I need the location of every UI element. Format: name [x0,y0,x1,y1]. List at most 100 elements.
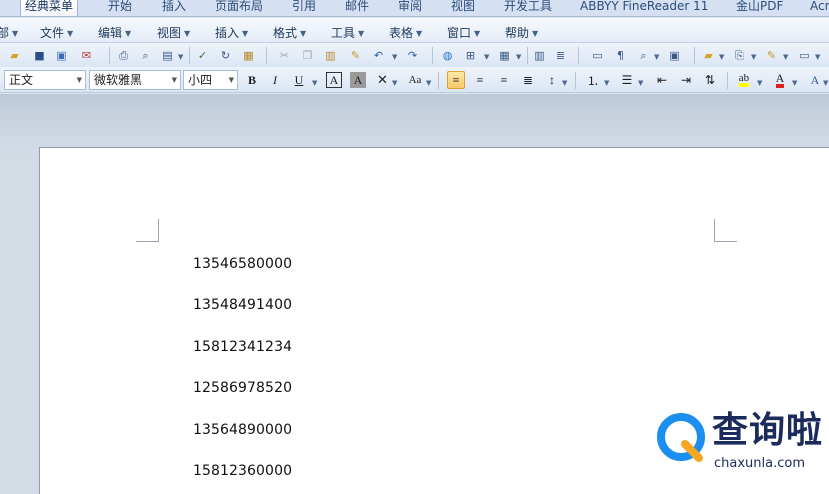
menu-format[interactable]: 格式 ▼ [273,24,306,41]
chevron-down-icon[interactable]: ▼ [562,79,567,87]
char-border-button[interactable]: A [326,72,342,88]
columns-icon[interactable]: ▥ [531,47,548,64]
align-left-button[interactable]: ≡ [447,71,465,89]
menu-window[interactable]: 窗口 ▼ [447,24,480,41]
chevron-down-icon[interactable]: ▼ [654,53,659,61]
window-icon[interactable]: ▭ [796,47,813,64]
numbering-button[interactable]: ⒈ [584,71,602,89]
font-color-button[interactable]: A [771,71,789,89]
line-spacing-button[interactable]: ↕ [543,71,561,89]
full-screen-icon[interactable]: ▣ [666,47,683,64]
chevron-down-icon[interactable]: ▼ [719,53,724,61]
paste-icon[interactable]: ▥ [322,47,339,64]
tab-review[interactable]: 审阅 [394,0,426,16]
menu-bar: 部 ▼ 文件 ▼ 编辑 ▼ 视图 ▼ 插入 ▼ 格式 ▼ 工具 ▼ 表格 ▼ 窗口 ▼ 帮助 ▼ [0,18,829,43]
menu-view[interactable]: 视图 ▼ [157,24,190,41]
format-painter-icon[interactable]: ✎ [347,47,364,64]
chevron-down-icon[interactable]: ▼ [426,79,431,87]
chevron-down-icon[interactable]: ▼ [516,53,521,61]
permission-icon[interactable]: ▣ [53,47,70,64]
menu-file[interactable]: 文件 ▼ [40,24,73,41]
redo-icon[interactable]: ↷ [404,47,421,64]
font-select[interactable]: 微软雅黑 ▼ [89,70,181,90]
document-line[interactable]: 15812360000 [193,463,292,479]
document-line[interactable]: 13548491400 [193,297,292,313]
char-scale-icon[interactable]: ✕ [374,72,391,89]
document-map-icon[interactable]: ▭ [589,47,606,64]
save-icon[interactable]: ■ [31,47,48,64]
tab-references[interactable]: 引用 [288,0,320,16]
zoom-icon[interactable]: ⌕ [635,47,652,64]
increase-indent-button[interactable]: ⇥ [677,71,695,89]
text-direction-icon[interactable]: ≣ [552,47,569,64]
justify-button[interactable]: ≣ [519,71,537,89]
menu-tools[interactable]: 工具 ▼ [331,24,364,41]
menu-insert[interactable]: 插入 ▼ [215,24,248,41]
menu-edit[interactable]: 编辑 ▼ [98,24,131,41]
sort-button[interactable]: ⇅ [701,71,719,89]
chevron-down-icon[interactable]: ▼ [783,53,788,61]
document-page[interactable] [39,147,829,494]
tab-insert[interactable]: 插入 [158,0,190,16]
chevron-down-icon[interactable]: ▼ [638,79,643,87]
highlight-button[interactable]: ab [735,71,753,89]
tab-mailings[interactable]: 邮件 [341,0,373,16]
text-effects-button[interactable]: A [806,71,824,89]
tab-classic-menu[interactable]: 经典菜单 [20,0,79,16]
chevron-down-icon[interactable]: ▼ [792,79,797,87]
show-formatting-icon[interactable]: ¶ [612,47,629,64]
edit-icon[interactable]: ✎ [763,47,780,64]
chevron-down-icon[interactable]: ▼ [312,79,317,87]
copy-icon[interactable]: ❐ [299,47,316,64]
tab-view[interactable]: 视图 [447,0,479,16]
font-size-select[interactable]: 小四 ▼ [183,70,238,90]
tab-developer[interactable]: 开发工具 [500,0,556,16]
bold-button[interactable]: B [243,71,261,89]
document-line[interactable]: 15812341234 [193,339,292,355]
change-case-button[interactable]: Aa [404,71,426,89]
bullets-button[interactable]: ☰ [618,71,636,89]
document-line[interactable]: 12586978520 [193,380,292,396]
char-shading-button[interactable]: A [350,72,366,88]
style-select[interactable]: 正文 ▼ [4,70,86,90]
align-right-button[interactable]: ≡ [495,71,513,89]
chevron-down-icon[interactable]: ▼ [392,53,397,61]
document-line[interactable]: 13564890000 [193,422,292,438]
tab-acrobat[interactable]: Acr [806,0,829,16]
align-center-button[interactable]: ≡ [471,71,489,89]
chevron-down-icon[interactable]: ▼ [757,79,762,87]
chevron-down-icon[interactable]: ▼ [178,53,183,61]
open-folder-icon[interactable]: ▰ [6,47,23,64]
borders-icon[interactable]: ⊞ [462,47,479,64]
menu-help[interactable]: 帮助 ▼ [505,24,538,41]
chevron-down-icon[interactable]: ▼ [823,79,828,87]
print-preview-icon[interactable]: ⌕ [137,47,154,64]
chevron-down-icon[interactable]: ▼ [815,53,820,61]
italic-button[interactable]: I [266,71,284,89]
tab-home[interactable]: 开始 [104,0,136,16]
chevron-down-icon[interactable]: ▼ [392,79,397,87]
tab-abbyy[interactable]: ABBYY FineReader 11 [576,0,712,16]
chevron-down-icon[interactable]: ▼ [604,79,609,87]
underline-button[interactable]: U [290,71,308,89]
tab-page-layout[interactable]: 页面布局 [211,0,267,16]
email-icon[interactable]: ✉ [78,47,95,64]
document-line[interactable]: 13546580000 [193,256,292,272]
convert-icon[interactable]: ⎘ [731,47,748,64]
chevron-down-icon[interactable]: ▼ [751,53,756,61]
menu-table[interactable]: 表格 ▼ [389,24,422,41]
research-icon[interactable]: ▤ [159,47,176,64]
decrease-indent-button[interactable]: ⇤ [653,71,671,89]
undo-icon[interactable]: ↶ [370,47,387,64]
spelling-icon[interactable]: ✓ [194,47,211,64]
menu-all[interactable]: 部 ▼ [0,24,18,41]
hyperlink-icon[interactable]: ◍ [439,47,456,64]
cut-icon[interactable]: ✂ [276,47,293,64]
library-icon[interactable]: ▦ [240,47,257,64]
insert-table-icon[interactable]: ▦ [496,47,513,64]
translate-icon[interactable]: ↻ [217,47,234,64]
chevron-down-icon[interactable]: ▼ [484,53,489,61]
print-icon[interactable]: ⎙ [115,47,132,64]
tab-kingsoft-pdf[interactable]: 金山PDF [732,0,787,16]
folder-icon[interactable]: ▰ [700,47,717,64]
